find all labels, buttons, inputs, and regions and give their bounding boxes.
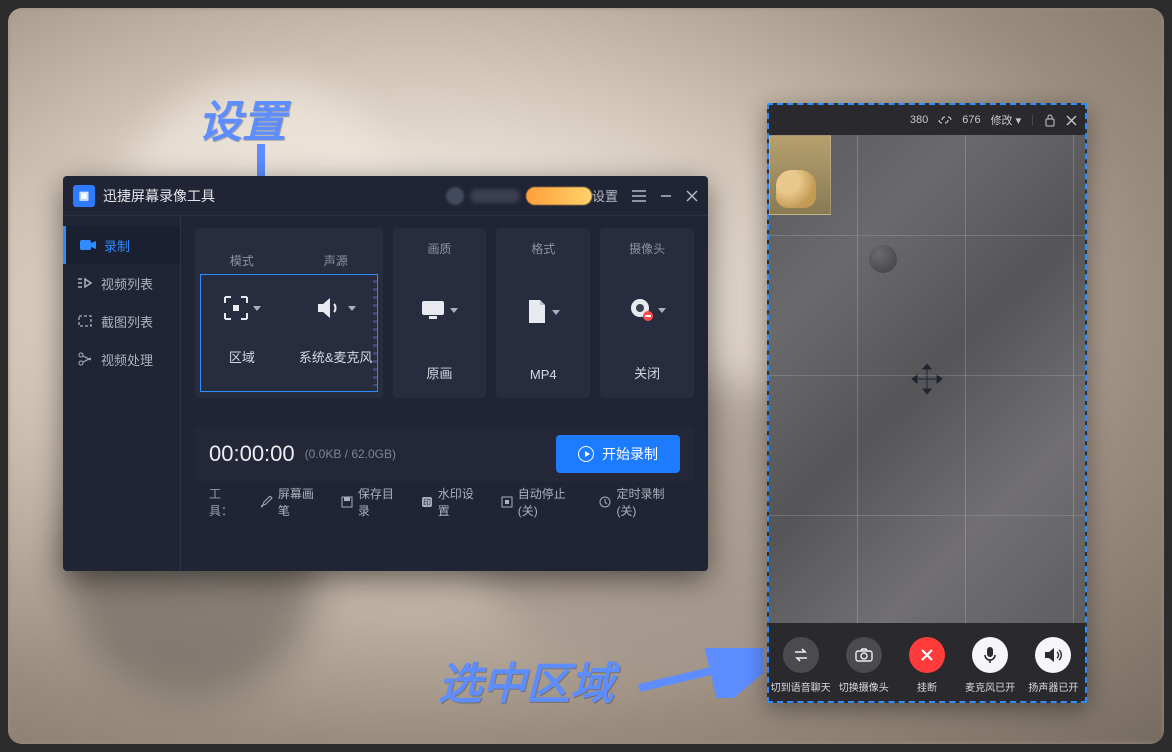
link-icon[interactable]: [938, 115, 952, 125]
option-row: 模式 区域 声源 系统&麦克风: [195, 228, 694, 398]
webcam-off-icon: [628, 282, 666, 338]
selection-region-overlay[interactable]: 380 676 修改 ▾ | 切到语音聊天: [767, 103, 1087, 703]
sidebar-item-label: 视频列表: [101, 274, 153, 293]
sidebar-item-label: 录制: [104, 236, 130, 255]
call-controls: 切到语音聊天 切换摄像头 挂断 麦克风已开 扬声器已开: [769, 623, 1085, 701]
option-card-mode-source: 模式 区域 声源 系统&麦克风: [195, 228, 383, 398]
camera-icon: [80, 239, 96, 251]
region-icon: [223, 280, 261, 336]
close-icon: [686, 190, 698, 202]
tool-watermark[interactable]: 印 水印设置: [421, 485, 483, 519]
mic-button[interactable]: 麦克风已开: [960, 637, 1020, 694]
option-value: 系统&麦克风: [299, 347, 373, 366]
self-preview[interactable]: [769, 135, 831, 215]
option-value: 原画: [426, 363, 452, 382]
camera-icon: [855, 648, 873, 662]
avatar-icon: [446, 187, 464, 205]
stop-icon: [501, 496, 513, 509]
option-mode[interactable]: 模式 区域: [195, 240, 289, 382]
option-source[interactable]: 声源 系统&麦克风: [289, 240, 383, 382]
menu-icon: [632, 190, 646, 202]
minimize-icon: [660, 190, 672, 202]
region-height-value: 676: [962, 114, 980, 126]
save-icon: [341, 496, 353, 509]
menu-button[interactable]: [632, 190, 646, 202]
list-play-icon: [77, 277, 93, 289]
option-card-quality[interactable]: 画质 原画: [393, 228, 487, 398]
region-size-bar: 380 676 修改 ▾ |: [769, 105, 1085, 135]
monitor-icon: [420, 282, 458, 338]
clock-icon: [599, 496, 611, 509]
option-header: 声源: [324, 252, 348, 269]
content-area: 模式 区域 声源 系统&麦克风: [181, 216, 708, 571]
hangup-button[interactable]: 挂断: [897, 637, 957, 694]
option-value: 关闭: [634, 363, 660, 382]
svg-text:印: 印: [423, 498, 431, 507]
sidebar-item-label: 视频处理: [101, 350, 153, 369]
option-value: 区域: [229, 347, 255, 366]
option-header: 格式: [531, 240, 555, 257]
option-card-format[interactable]: 格式 MP4: [496, 228, 590, 398]
status-row: 00:00:00 (0.0KB / 62.0GB) 开始录制: [195, 426, 694, 482]
start-record-label: 开始录制: [602, 444, 658, 464]
option-card-camera[interactable]: 摄像头 关闭: [600, 228, 694, 398]
close-icon: [1066, 115, 1077, 126]
sidebar: 录制 视频列表 截图列表: [63, 216, 181, 571]
account-area[interactable]: [446, 187, 592, 205]
timer: 00:00:00: [209, 441, 295, 467]
region-close-button[interactable]: [1066, 115, 1077, 126]
region-width-value: 380: [910, 114, 928, 126]
size-label: (0.0KB / 62.0GB): [305, 447, 396, 461]
recorder-window: ▣ 迅捷屏幕录像工具 设置: [63, 176, 708, 571]
tool-row: 工具： 屏幕画笔 保存目录 印 水印设置 自动停: [195, 482, 694, 522]
level-meter: [373, 280, 377, 386]
speaker-icon: [1044, 647, 1062, 663]
option-value: MP4: [530, 367, 557, 382]
sidebar-item-record[interactable]: 录制: [63, 226, 180, 264]
mic-icon: [983, 646, 997, 664]
app-logo-icon: ▣: [73, 185, 95, 207]
tutorial-frame: 设置 点击 选中区域 ▣ 迅捷屏幕录像工具 设置: [8, 8, 1164, 744]
close-button[interactable]: [686, 190, 698, 202]
tool-auto-stop[interactable]: 自动停止(关): [501, 485, 582, 519]
option-header: 画质: [427, 240, 451, 257]
sidebar-item-label: 截图列表: [101, 312, 153, 331]
ceiling-fixture: [869, 245, 897, 273]
move-icon[interactable]: [910, 362, 944, 396]
screenshot-icon: [77, 315, 93, 327]
video-feed: [769, 135, 1085, 623]
tool-scheduled[interactable]: 定时录制(关): [599, 485, 680, 519]
tool-save-dir[interactable]: 保存目录: [341, 485, 403, 519]
sidebar-item-video-process[interactable]: 视频处理: [63, 340, 180, 378]
tools-label: 工具：: [209, 485, 243, 519]
option-header: 模式: [230, 252, 254, 269]
switch-camera-button[interactable]: 切换摄像头: [834, 637, 894, 694]
speaker-icon: [316, 280, 356, 336]
start-record-button[interactable]: 开始录制: [556, 435, 680, 473]
scissors-icon: [77, 352, 93, 366]
lock-button[interactable]: [1044, 114, 1056, 127]
sidebar-item-video-list[interactable]: 视频列表: [63, 264, 180, 302]
settings-button[interactable]: 设置: [592, 186, 618, 205]
lock-icon: [1044, 114, 1056, 127]
modify-dropdown[interactable]: 修改 ▾: [991, 112, 1022, 128]
sidebar-item-capture-list[interactable]: 截图列表: [63, 302, 180, 340]
account-label: [470, 189, 520, 203]
pen-icon: [261, 496, 273, 509]
option-header: 摄像头: [629, 240, 665, 257]
app-title: 迅捷屏幕录像工具: [103, 186, 215, 206]
minimize-button[interactable]: [660, 190, 672, 202]
promo-pill: [526, 187, 592, 205]
x-icon: [919, 647, 935, 663]
file-icon: [526, 284, 560, 340]
switch-to-voice-button[interactable]: 切到语音聊天: [771, 637, 831, 694]
speaker-button[interactable]: 扬声器已开: [1023, 637, 1083, 694]
play-icon: [578, 446, 594, 462]
watermark-icon: 印: [421, 496, 433, 509]
tool-pen[interactable]: 屏幕画笔: [261, 485, 323, 519]
titlebar: ▣ 迅捷屏幕录像工具 设置: [63, 176, 708, 216]
swap-icon: [792, 647, 810, 663]
